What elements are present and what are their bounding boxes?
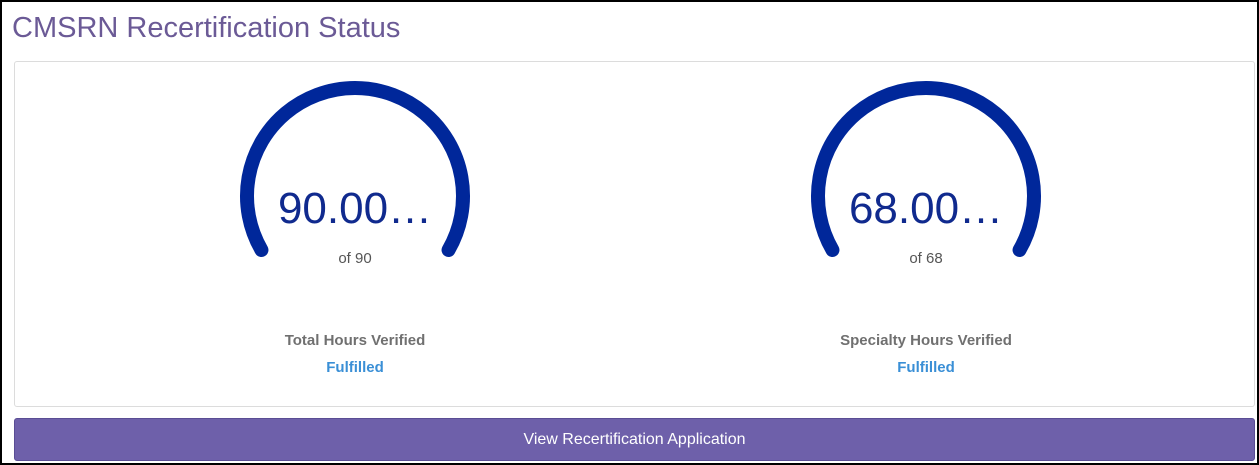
recertification-status-widget: CMSRN Recertification Status 90.00… of 9… bbox=[0, 0, 1259, 465]
gauge-value: 90.00… bbox=[277, 184, 433, 233]
gauge-total: of 90 bbox=[338, 250, 372, 267]
status-badge: Fulfilled bbox=[326, 359, 384, 376]
gauge-total: of 68 bbox=[909, 250, 943, 267]
page-title: CMSRN Recertification Status bbox=[12, 12, 401, 44]
gauges-panel: 90.00… of 90 Total Hours Verified Fulfil… bbox=[14, 61, 1255, 407]
status-badge: Fulfilled bbox=[897, 359, 955, 376]
gauge-label: Specialty Hours Verified bbox=[840, 332, 1012, 349]
specialty-hours-gauge: 68.00… of 68 Specialty Hours Verified Fu… bbox=[726, 62, 1126, 408]
gauge-value: 68.00… bbox=[848, 184, 1004, 233]
view-recertification-application-button[interactable]: View Recertification Application bbox=[14, 418, 1255, 461]
total-hours-gauge: 90.00… of 90 Total Hours Verified Fulfil… bbox=[155, 62, 555, 408]
gauge-label: Total Hours Verified bbox=[284, 332, 426, 349]
